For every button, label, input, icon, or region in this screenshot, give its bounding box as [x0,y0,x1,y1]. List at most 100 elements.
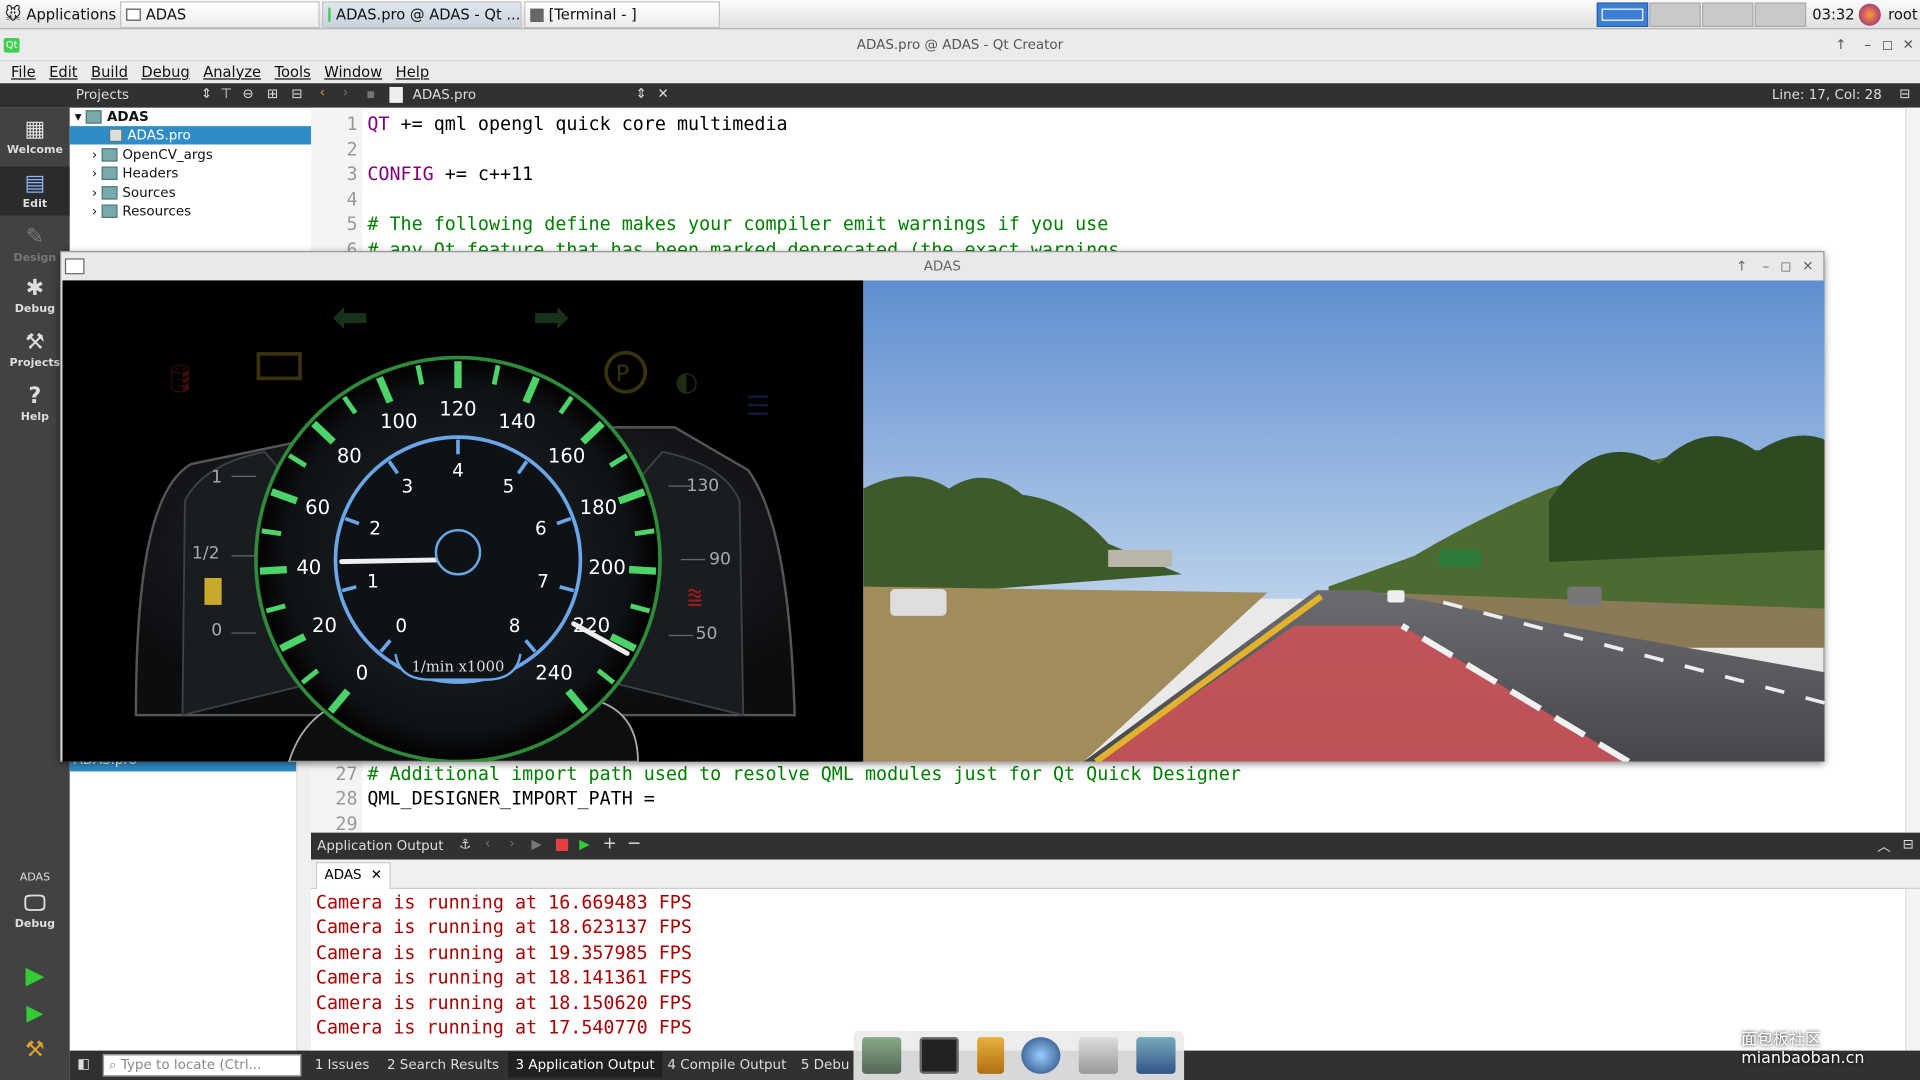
right-arrow-icon: ➡ [533,292,570,343]
taskbar: 🐭 Applications ADAS ADAS.pro @ ADAS - Qt… [0,0,1920,30]
code-line: QT += qml opengl quick core multimedia [367,113,787,135]
tree-item-opencv-args[interactable]: › OpenCV_args [92,146,213,164]
taskbar-window-adas[interactable]: ADAS [120,1,320,29]
rerun-icon[interactable]: ▶ [531,836,541,852]
pro-file-icon [108,128,123,143]
output-tab-adas[interactable]: ADAS ✕ [315,862,391,889]
taskbar-window-qtcreator[interactable]: ADAS.pro @ ADAS - Qt ... [322,1,522,29]
debug-icon[interactable]: ▶ [579,836,589,852]
maximize-icon[interactable]: ◻ [1780,252,1791,280]
menu-help[interactable]: Help [396,61,430,83]
menu-build[interactable]: Build [91,61,128,83]
clock[interactable]: 03:32 [1812,6,1854,23]
rpm-tick-label: 3 [402,476,414,497]
mode-label: Projects [9,357,61,370]
folder-icon [101,148,118,162]
menu-window[interactable]: Window [324,61,382,83]
tree-item-headers[interactable]: › Headers [92,164,179,182]
minimize-icon[interactable]: – [1864,29,1871,61]
kit-selector[interactable]: 🖵 Debug [0,891,70,931]
oil-icon: 🛢 [163,364,197,395]
mode-welcome[interactable]: ▦ Welcome [0,117,70,157]
pane-search-results[interactable]: 2 Search Results [387,1057,499,1073]
pane-application-output[interactable]: 3 Application Output [508,1051,663,1078]
projects-selector[interactable]: Projects [76,87,129,103]
tree-item-label: ADAS.pro [127,127,191,144]
output-pane-header: Application Output ⚓ ‹ › ▶ ▶ + − ︿ ⊟ [311,832,1920,860]
next-icon[interactable]: › [509,835,514,851]
link-icon[interactable]: ⊖ [242,86,253,102]
close-icon[interactable]: ✕ [1802,252,1813,280]
speed-tick-label: 140 [498,410,535,433]
user-name[interactable]: root [1888,6,1917,23]
back-icon[interactable]: ‹ [320,84,325,100]
open-document-name[interactable]: ADAS.pro [413,87,476,103]
prev-icon[interactable]: ‹ [485,835,490,851]
output-line: Camera is running at 16.669483 FPS [315,891,692,914]
filter-icon[interactable]: ⊤ [220,86,232,102]
tree-root[interactable]: ▾ ADAS [75,108,149,126]
build-button[interactable]: ⚒ [0,1038,70,1065]
code-comment: # Additional import path used to resolve… [367,762,1241,785]
menu-file[interactable]: File [11,61,36,83]
close-document-icon[interactable]: ✕ [658,86,669,102]
file-manager-icon[interactable] [976,1037,1004,1074]
speed-tick [261,528,282,537]
maximize-icon[interactable]: ◻ [1882,29,1893,61]
pane-issues[interactable]: 1 Issues [315,1057,370,1073]
workspace-1[interactable] [1596,2,1649,27]
taskbar-window-terminal[interactable]: [Terminal - ] [524,1,721,29]
editor-toolbar: Projects ⇕ ⊤ ⊖ ⊞ ⊟ ‹ › ▪ ADAS.pro ⇕ ✕ Li… [0,83,1920,108]
split-icon[interactable]: ⊞ [267,86,278,102]
terminal-icon [530,7,544,22]
web-browser-icon[interactable] [1021,1037,1061,1074]
toggle-sidebar-icon[interactable]: ◧ [77,1056,90,1072]
pin-icon[interactable]: ↑ [1736,252,1747,280]
selector-arrows-icon[interactable]: ⇕ [201,86,212,102]
menu-tools[interactable]: Tools [275,61,311,83]
workspace-3[interactable] [1702,2,1754,27]
editor-scrollbar[interactable] [1905,107,1920,833]
close-icon[interactable]: ✕ [1903,29,1914,61]
pane-debugger[interactable]: 5 Debu [801,1057,850,1073]
tree-item-adas-pro[interactable]: ADAS.pro [69,126,312,145]
run-button[interactable]: ▶ [0,962,70,989]
window-menu-icon[interactable] [64,258,85,275]
close-pane-icon[interactable]: ⊟ [1903,836,1914,852]
mode-edit[interactable]: ▤ Edit [0,166,70,216]
output-console[interactable]: Camera is running at 16.669483 FPS Camer… [311,888,1920,1051]
menu-analyze[interactable]: Analyze [203,61,261,83]
debug-run-button[interactable]: ▶ [0,1001,70,1029]
menu-debug[interactable]: Debug [141,61,189,83]
forward-icon[interactable]: › [343,84,348,100]
dial-hub [434,528,482,576]
maximize-pane-icon[interactable]: ︿ [1877,836,1890,856]
close-sidebar-icon[interactable]: ⊟ [291,86,302,102]
folder-launcher-icon[interactable] [1135,1037,1176,1074]
zoom-in-icon[interactable]: + [602,834,616,854]
terminal-launcher-icon[interactable] [919,1037,959,1074]
document-list-icon[interactable]: ⇕ [636,86,647,102]
left-arrow-icon: ⬅ [332,292,369,343]
stop-icon[interactable] [555,838,569,852]
menu-edit[interactable]: Edit [49,61,77,83]
close-tab-icon[interactable]: ✕ [371,867,382,883]
workspace-2[interactable] [1649,2,1701,27]
code-text: += qml opengl quick core multimedia [389,112,788,135]
split-editor-icon[interactable]: ⊟ [1899,86,1910,102]
tree-item-resources[interactable]: › Resources [92,202,191,220]
rpm-tick-label: 7 [537,571,549,592]
output-tabs: ADAS ✕ [311,859,1920,889]
tree-item-sources[interactable]: › Sources [92,184,176,202]
applications-menu[interactable]: 🐭 Applications [0,1,118,28]
minimize-icon[interactable]: – [1763,252,1770,280]
open-documents-scrollbar[interactable] [296,744,312,1051]
zoom-out-icon[interactable]: − [627,834,641,854]
pin-icon[interactable]: ↑ [1835,29,1846,61]
attach-icon[interactable]: ⚓ [459,836,471,852]
app-finder-icon[interactable] [1078,1037,1118,1074]
pane-compile-output[interactable]: 4 Compile Output [667,1057,786,1073]
locator-input[interactable]: ⌕ Type to locate (Ctrl... [102,1054,302,1077]
show-desktop-icon[interactable] [862,1037,902,1074]
workspace-4[interactable] [1754,2,1807,27]
